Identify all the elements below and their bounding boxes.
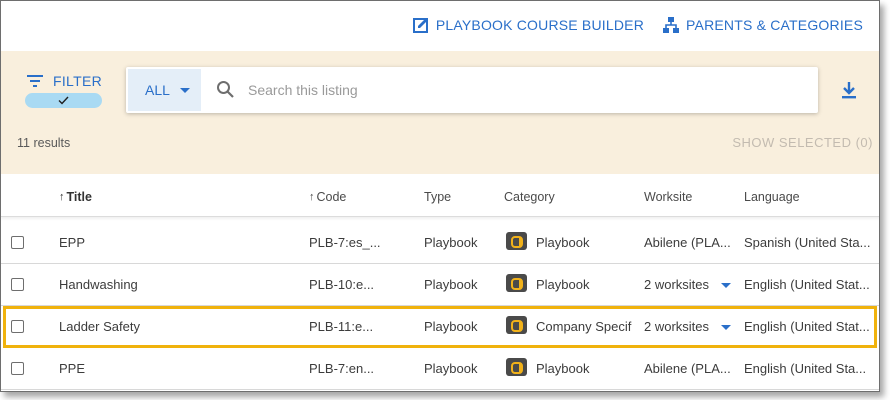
hierarchy-icon	[663, 17, 680, 33]
row-category: Playbook	[536, 235, 590, 250]
row-language: English (United Sta...	[744, 361, 867, 376]
row-language: English (United Stat...	[744, 319, 870, 334]
filter-lines-icon	[27, 75, 43, 87]
table-row[interactable]: EPP PLB-7:es_... Playbook Playbook Abile…	[1, 222, 879, 264]
filter-panel: FILTER ALL 11 results S	[1, 51, 879, 174]
row-checkbox[interactable]	[11, 362, 24, 375]
playbook-category-icon	[506, 232, 527, 250]
row-worksite: Abilene (PLA...	[644, 361, 731, 376]
table-row[interactable]: Handwashing PLB-10:e... Playbook Playboo…	[1, 264, 879, 306]
chevron-down-icon	[721, 325, 732, 330]
search-scope-dropdown[interactable]: ALL	[128, 69, 201, 111]
sort-arrow-up-icon: ↑	[59, 191, 65, 203]
row-category: Company Specif	[536, 319, 632, 334]
playbook-category-icon	[506, 316, 527, 334]
table-row[interactable]: PPE PLB-7:en... Playbook Playbook Abilen…	[1, 348, 879, 390]
row-type: Playbook	[424, 361, 478, 376]
listing-window: PLAYBOOK COURSE BUILDER PARENTS & CATEGO…	[0, 0, 880, 392]
search-input[interactable]	[248, 79, 788, 101]
filter-button[interactable]: FILTER	[25, 73, 103, 108]
row-worksite: 2 worksites	[644, 277, 710, 292]
row-type: Playbook	[424, 235, 478, 250]
row-category: Playbook	[536, 361, 590, 376]
row-worksite-dropdown[interactable]: 2 worksites	[644, 277, 739, 292]
header-links: PLAYBOOK COURSE BUILDER PARENTS & CATEGO…	[412, 16, 863, 34]
row-title[interactable]: Ladder Safety	[59, 319, 299, 334]
table-row-highlighted[interactable]: Ladder Safety PLB-11:e... Playbook Compa…	[3, 306, 877, 348]
column-header-code[interactable]: ↑ Code	[309, 190, 346, 204]
row-title[interactable]: PPE	[59, 361, 299, 376]
search-icon	[217, 81, 234, 98]
row-worksite-dropdown[interactable]: 2 worksites	[644, 319, 739, 334]
row-title[interactable]: EPP	[59, 235, 299, 250]
edit-square-icon	[412, 18, 428, 33]
row-checkbox[interactable]	[11, 278, 24, 291]
search-bar: ALL	[126, 67, 818, 113]
playbook-category-icon	[506, 358, 527, 376]
row-category: Playbook	[536, 277, 590, 292]
row-worksite: 2 worksites	[644, 319, 710, 334]
row-code: PLB-7:en...	[309, 361, 375, 376]
row-checkbox[interactable]	[11, 320, 24, 333]
column-header-worksite[interactable]: Worksite	[644, 190, 692, 204]
row-language: English (United Stat...	[744, 277, 870, 292]
row-code: PLB-11:e...	[309, 319, 374, 334]
chevron-down-icon	[721, 283, 732, 288]
row-code: PLB-10:e...	[309, 277, 375, 292]
show-selected-button[interactable]: SHOW SELECTED (0)	[732, 135, 873, 150]
row-title[interactable]: Handwashing	[59, 277, 299, 292]
checkmark-icon	[58, 96, 69, 105]
column-header-title[interactable]: ↑ Title	[59, 190, 92, 204]
filter-active-indicator	[25, 93, 102, 108]
search-scope-value: ALL	[145, 82, 170, 98]
playbook-course-builder-link[interactable]: PLAYBOOK COURSE BUILDER	[412, 16, 644, 34]
playbook-category-icon	[506, 274, 527, 292]
results-count: 11 results	[17, 136, 71, 150]
row-language: Spanish (United Sta...	[744, 235, 871, 250]
row-code: PLB-7:es_...	[309, 235, 381, 250]
parents-categories-label: PARENTS & CATEGORIES	[686, 17, 863, 33]
row-checkbox[interactable]	[11, 236, 24, 249]
chevron-down-icon	[179, 87, 190, 93]
download-icon[interactable]	[839, 80, 859, 100]
filter-label: FILTER	[53, 73, 102, 89]
playbook-course-builder-label: PLAYBOOK COURSE BUILDER	[435, 17, 645, 33]
column-header-language[interactable]: Language	[744, 190, 800, 204]
parents-categories-link[interactable]: PARENTS & CATEGORIES	[662, 16, 863, 34]
table-header: ↑ Title ↑ Code Type Category Worksite La…	[1, 181, 879, 217]
column-header-category[interactable]: Category	[504, 190, 555, 204]
row-type: Playbook	[424, 319, 478, 334]
sort-arrow-up-icon: ↑	[309, 191, 315, 203]
row-worksite: Abilene (PLA...	[644, 235, 731, 250]
column-header-type[interactable]: Type	[424, 190, 451, 204]
row-type: Playbook	[424, 277, 478, 292]
